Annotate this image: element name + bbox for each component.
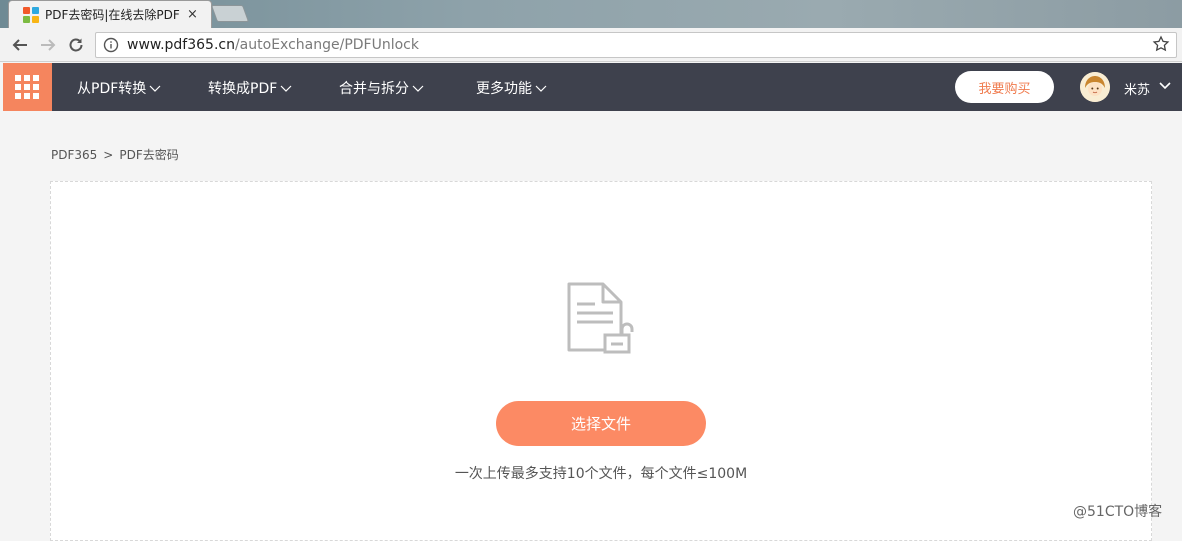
reload-button[interactable] (65, 34, 87, 56)
menu-from-pdf-label: 从PDF转换 (77, 81, 147, 97)
browser-tab-active[interactable]: PDF去密码|在线去除PDF × (8, 0, 212, 28)
star-icon (1152, 35, 1170, 52)
menu-merge-split-label: 合并与拆分 (339, 81, 409, 97)
avatar[interactable] (1080, 72, 1110, 102)
browser-toolbar: www.pdf365.cn/autoExchange/PDFUnlock (0, 28, 1182, 62)
info-icon (103, 37, 119, 53)
chevron-down-icon (149, 85, 161, 92)
arrow-right-icon (41, 39, 56, 51)
arrow-left-icon (12, 39, 27, 51)
reload-icon (69, 38, 83, 52)
menu-merge-split[interactable]: 合并与拆分 (339, 78, 424, 98)
upload-hint: 一次上传最多支持10个文件，每个文件≤100M (454, 466, 748, 482)
choose-file-button[interactable]: 选择文件 (496, 401, 706, 446)
chevron-down-icon (412, 85, 424, 92)
buy-button[interactable]: 我要购买 (955, 71, 1054, 103)
breadcrumb-home[interactable]: PDF365 (51, 148, 97, 162)
menu-to-pdf-label: 转换成PDF (208, 81, 278, 97)
url-path: /autoExchange/PDFUnlock (234, 37, 419, 53)
site-navbar: 从PDF转换 转换成PDF 合并与拆分 更多功能 我要购买 米苏 (3, 63, 1182, 111)
menu-more[interactable]: 更多功能 (476, 78, 547, 98)
breadcrumb-current: PDF去密码 (119, 148, 179, 162)
forward-button[interactable] (37, 34, 59, 56)
new-tab-button[interactable] (210, 5, 250, 22)
watermark: @51CTO博客 (1073, 504, 1163, 520)
username[interactable]: 米苏 (1124, 79, 1150, 98)
bookmark-star-button[interactable] (1152, 35, 1170, 57)
tab-close-icon[interactable]: × (187, 7, 198, 22)
tab-title: PDF去密码|在线去除PDF (45, 8, 180, 22)
apps-grid-button[interactable] (3, 63, 52, 111)
chevron-down-icon (535, 85, 547, 92)
address-bar[interactable]: www.pdf365.cn/autoExchange/PDFUnlock (95, 32, 1177, 58)
pdf-unlock-icon (567, 282, 634, 354)
upload-dropzone[interactable]: 选择文件 一次上传最多支持10个文件，每个文件≤100M (50, 181, 1152, 541)
breadcrumb-separator: > (103, 148, 114, 162)
chevron-down-icon (280, 85, 292, 92)
menu-more-label: 更多功能 (476, 81, 532, 97)
chevron-down-icon[interactable] (1159, 82, 1171, 90)
site-favicon-icon (23, 6, 39, 23)
back-button[interactable] (9, 34, 31, 56)
menu-from-pdf[interactable]: 从PDF转换 (77, 78, 161, 98)
url-host: www.pdf365.cn (127, 37, 235, 53)
user-avatar-icon (1080, 72, 1110, 102)
browser-tabstrip: PDF去密码|在线去除PDF × (0, 0, 1182, 28)
breadcrumb: PDF365 > PDF去密码 (51, 146, 179, 163)
menu-to-pdf[interactable]: 转换成PDF (208, 78, 292, 98)
